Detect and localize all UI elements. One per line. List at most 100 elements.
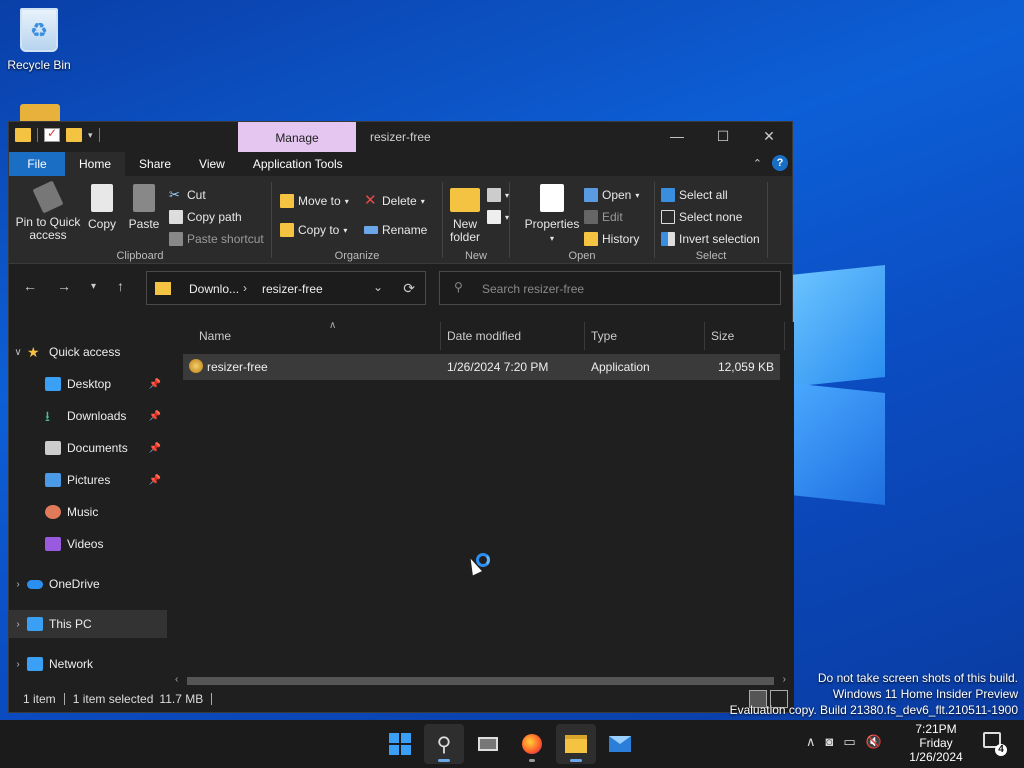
recent-locations-icon[interactable]: ▾ <box>91 281 96 292</box>
expanded-chevron-icon[interactable]: ∨ <box>9 347 27 358</box>
pin-to-quick-access-button[interactable]: Pin to Quick access <box>15 180 81 242</box>
tab-share[interactable]: Share <box>125 152 185 176</box>
search-box[interactable]: ⚲ Search resizer-free <box>439 271 781 305</box>
move-to-button[interactable]: Move to ▾ <box>280 194 349 208</box>
forward-arrow-icon[interactable]: → <box>57 278 71 294</box>
chevron-down-icon[interactable]: ⌄ <box>373 280 383 294</box>
address-bar[interactable]: Downlo... › resizer-free ⌄ ⟳ <box>146 271 426 305</box>
help-icon[interactable]: ? <box>772 155 788 171</box>
notification-center-button[interactable]: 4 <box>983 732 1007 756</box>
new-folder-button[interactable]: New folder <box>445 184 485 244</box>
nav-pictures[interactable]: Pictures 📌 <box>9 466 167 494</box>
scroll-left-icon[interactable]: ‹ <box>175 674 178 685</box>
copy-to-button[interactable]: Copy to ▾ <box>280 223 347 237</box>
rename-icon <box>364 226 378 234</box>
back-arrow-icon[interactable]: ← <box>23 278 37 294</box>
navigation-pane: ∨ ★ Quick access Desktop 📌 ⭳ Downloads 📌… <box>9 322 167 688</box>
paste-button[interactable]: Paste <box>127 184 161 231</box>
firefox-taskbar-button[interactable] <box>512 724 552 764</box>
start-button[interactable] <box>380 724 420 764</box>
network-tray-icon[interactable]: ▭ <box>843 734 855 750</box>
desktop-wallpaper-logo <box>790 265 885 505</box>
recycle-bin-desktop-icon[interactable]: Recycle Bin <box>4 8 74 72</box>
selected-size: 11.7 MB <box>159 692 204 706</box>
nav-documents[interactable]: Documents 📌 <box>9 434 167 462</box>
minimize-button[interactable]: — <box>654 122 700 152</box>
copy-path-button[interactable]: Copy path <box>169 210 242 224</box>
select-group: Select all Select none Invert selection … <box>655 176 767 264</box>
nav-downloads[interactable]: ⭳ Downloads 📌 <box>9 402 167 430</box>
organize-group: Move to ▾ Copy to ▾ ✕ Delete ▾ Rename Organ… <box>272 176 442 264</box>
nav-this-pc[interactable]: › This PC <box>9 610 167 638</box>
copy-button[interactable]: Copy <box>87 184 117 231</box>
edit-icon <box>584 210 598 224</box>
close-button[interactable]: ✕ <box>746 122 792 152</box>
meet-now-icon[interactable]: ◙ <box>826 734 834 750</box>
show-hidden-icons-chevron-icon[interactable]: ∧ <box>806 734 816 750</box>
invert-selection-button[interactable]: Invert selection <box>661 232 760 246</box>
open-button[interactable]: Open ▾ <box>584 188 639 202</box>
invert-selection-icon <box>661 232 675 246</box>
properties-button[interactable]: Properties ▾ <box>524 184 580 245</box>
chevron-right-icon[interactable]: › <box>9 619 27 630</box>
new-folder-qat-icon[interactable] <box>66 128 82 142</box>
new-group-label: New <box>464 250 487 262</box>
sort-ascending-icon: ∧ <box>329 320 337 331</box>
volume-muted-icon[interactable]: 🔇 <box>866 734 882 750</box>
nav-network[interactable]: › Network <box>9 650 167 678</box>
nav-quick-access[interactable]: ∨ ★ Quick access <box>9 338 167 366</box>
refresh-icon[interactable]: ⟳ <box>403 280 415 297</box>
select-none-button[interactable]: Select none <box>661 210 742 224</box>
pin-icon: 📌 <box>148 378 161 390</box>
tab-application-tools[interactable]: Application Tools <box>239 152 357 176</box>
clipboard-group-label: Clipboard <box>116 250 164 262</box>
rename-button[interactable]: Rename <box>364 223 427 237</box>
tab-manage[interactable]: Manage <box>238 122 356 152</box>
pin-icon: 📌 <box>148 474 161 486</box>
tab-view[interactable]: View <box>185 152 239 176</box>
collapse-ribbon-icon[interactable]: ⌃ <box>753 157 762 170</box>
scrollbar-thumb[interactable] <box>187 677 774 685</box>
item-count: 1 item <box>23 692 56 706</box>
build-watermark: Do not take screen shots of this build. … <box>729 671 1018 717</box>
search-icon: ⚲ <box>436 733 452 756</box>
clock[interactable]: 7:21PM Friday 1/26/2024 <box>905 722 967 764</box>
customize-qat-icon[interactable]: ▾ <box>88 130 93 141</box>
select-all-button[interactable]: Select all <box>661 188 728 202</box>
cut-button[interactable]: ✂ Cut <box>169 188 206 203</box>
column-header-size[interactable]: Size <box>705 322 785 350</box>
new-item-button[interactable]: ▾ <box>487 188 509 202</box>
nav-onedrive[interactable]: › OneDrive <box>9 570 167 598</box>
chevron-right-icon[interactable]: › <box>9 659 27 670</box>
task-view-button[interactable] <box>468 724 508 764</box>
tab-file[interactable]: File <box>9 152 65 176</box>
paste-shortcut-button[interactable]: Paste shortcut <box>169 232 264 246</box>
copy-path-icon <box>169 210 183 224</box>
search-taskbar-button[interactable]: ⚲ <box>424 724 464 764</box>
up-arrow-icon[interactable]: ↑ <box>117 278 124 294</box>
delete-button[interactable]: ✕ Delete ▾ <box>364 193 425 208</box>
column-header-date[interactable]: Date modified <box>441 322 585 350</box>
edit-button[interactable]: Edit <box>584 210 623 224</box>
nav-videos[interactable]: Videos <box>9 530 167 558</box>
easy-access-button[interactable]: ▾ <box>487 210 509 224</box>
title-bar[interactable]: ▾ Manage resizer-free — ☐ ✕ <box>9 122 792 152</box>
properties-qat-icon[interactable] <box>44 126 60 142</box>
tab-home[interactable]: Home <box>65 152 126 176</box>
breadcrumb-separator-icon[interactable]: › <box>243 281 247 295</box>
breadcrumb-current[interactable]: resizer-free <box>262 282 323 296</box>
mail-taskbar-button[interactable] <box>600 724 640 764</box>
file-explorer-taskbar-button[interactable] <box>556 724 596 764</box>
column-header-type[interactable]: Type <box>585 322 705 350</box>
nav-music[interactable]: Music <box>9 498 167 526</box>
recycle-bin-icon <box>20 8 58 52</box>
history-button[interactable]: History <box>584 232 639 246</box>
nav-desktop[interactable]: Desktop 📌 <box>9 370 167 398</box>
chevron-right-icon[interactable]: › <box>9 579 27 590</box>
table-row[interactable]: resizer-free 1/26/2024 7:20 PM Applicati… <box>183 354 780 380</box>
breadcrumb-downloads[interactable]: Downlo... <box>189 282 239 296</box>
maximize-button[interactable]: ☐ <box>700 122 746 152</box>
file-size: 12,059 KB <box>717 360 774 374</box>
search-input[interactable]: Search resizer-free <box>482 282 584 296</box>
column-header-name[interactable]: Name ∧ <box>183 320 441 350</box>
